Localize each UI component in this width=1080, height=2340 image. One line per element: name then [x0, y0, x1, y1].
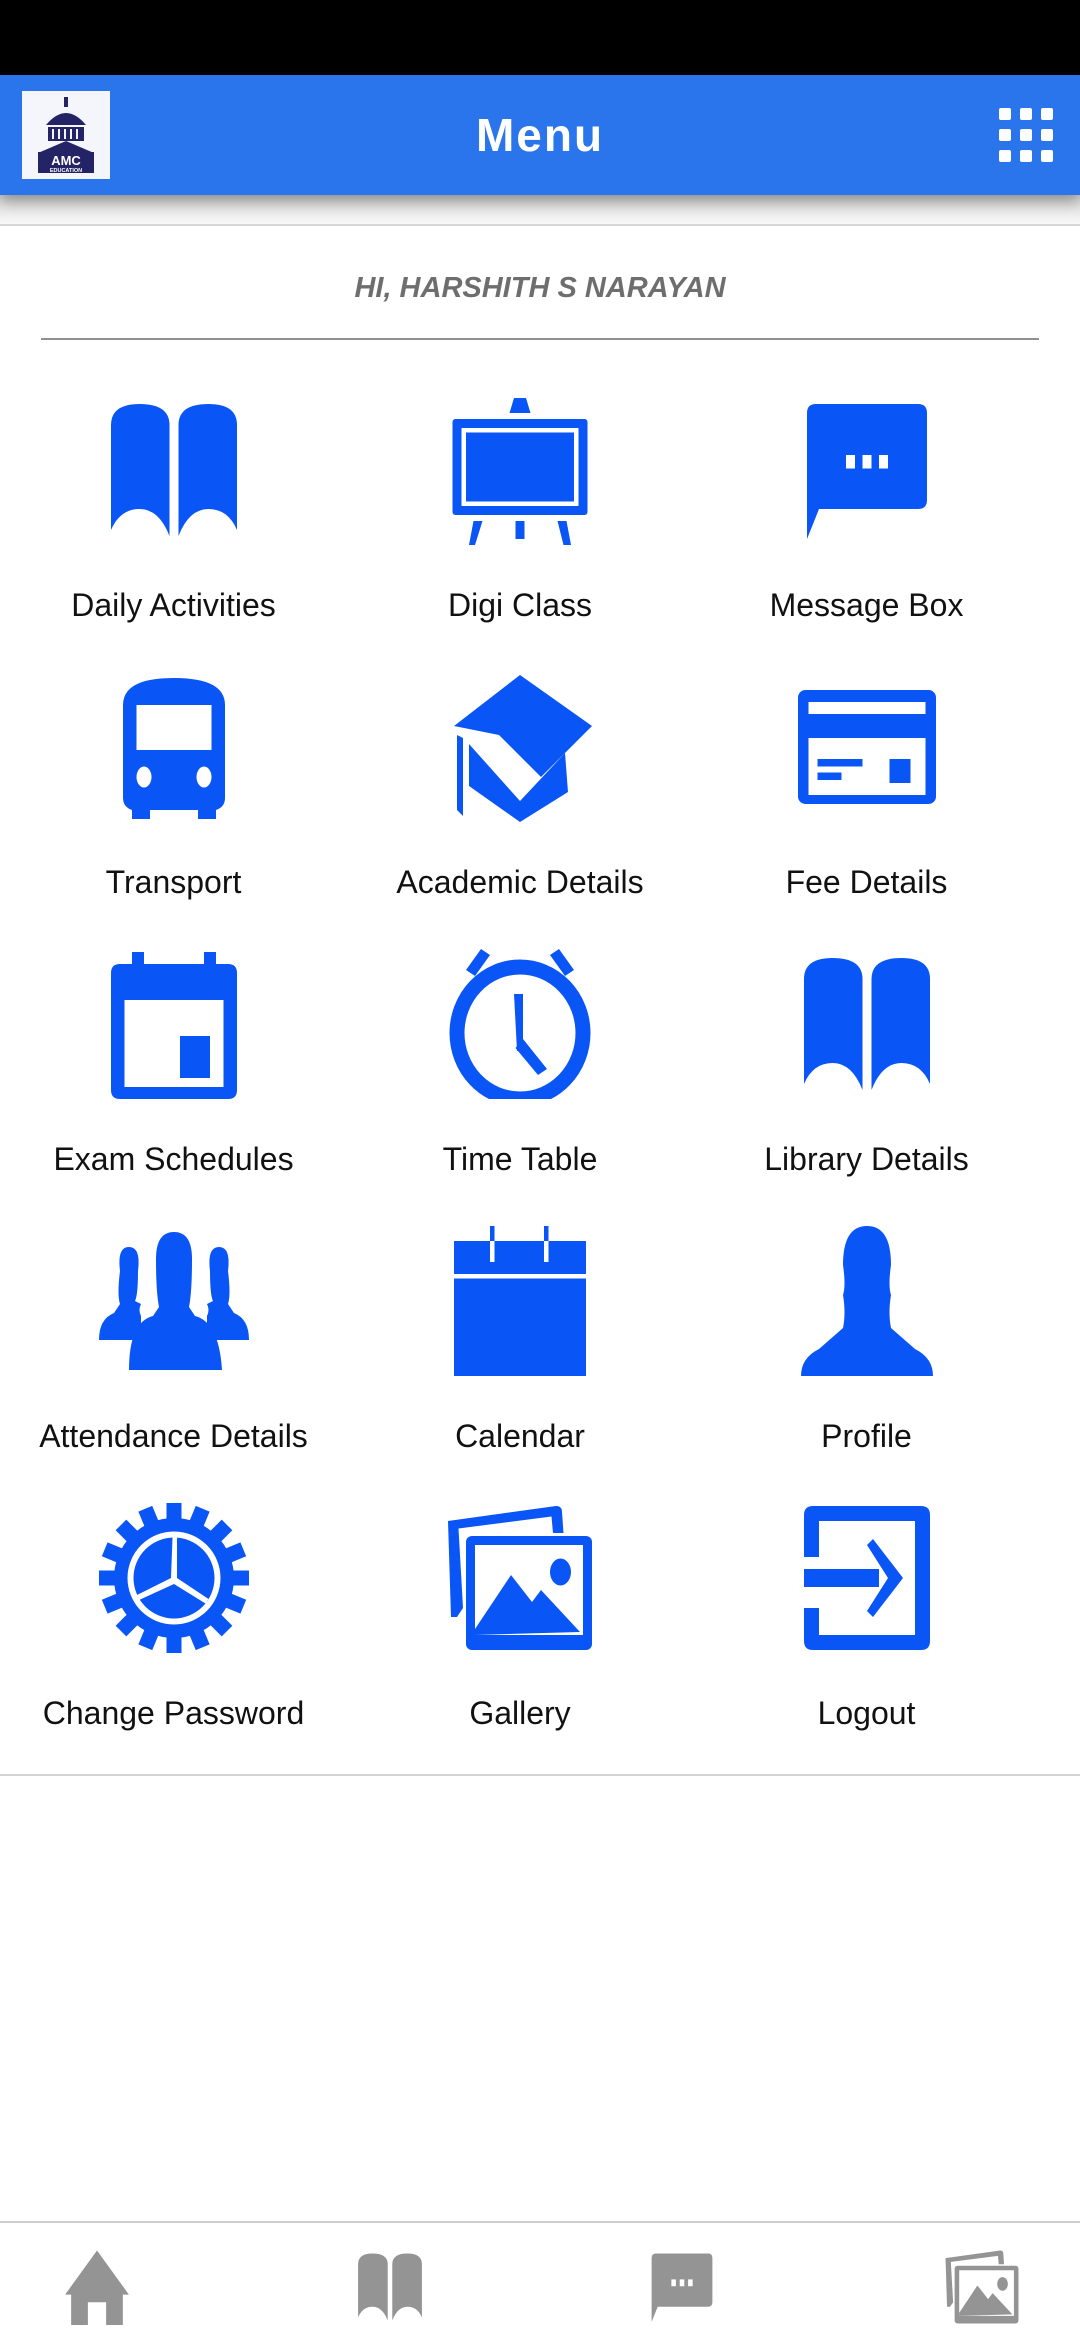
menu-item-fee-details[interactable]: Fee Details — [693, 662, 1040, 939]
menu-item-academic-details[interactable]: Academic Details — [347, 662, 693, 939]
nav-gallery-button[interactable] — [937, 2247, 1027, 2327]
logout-icon — [787, 1493, 947, 1663]
menu-item-gallery[interactable]: Gallery — [347, 1493, 693, 1770]
menu-item-label: Time Table — [442, 1141, 598, 1177]
menu-item-library-details[interactable]: Library Details — [693, 939, 1040, 1216]
menu-item-label: Digi Class — [447, 587, 593, 623]
menu-item-label: Fee Details — [785, 864, 948, 900]
chat-bubble-icon — [787, 385, 947, 555]
menu-item-time-table[interactable]: Time Table — [347, 939, 693, 1216]
menu-item-label: Message Box — [769, 587, 964, 623]
home-icon — [59, 2249, 135, 2325]
book-open-icon — [352, 2249, 428, 2325]
apps-grid-dot — [1020, 150, 1032, 162]
calendar-icon — [440, 1216, 600, 1386]
menu-item-label: Exam Schedules — [53, 1141, 294, 1177]
menu-item-label: Library Details — [764, 1141, 969, 1177]
nav-messages-button[interactable] — [637, 2247, 727, 2327]
menu-item-change-password[interactable]: Change Password — [0, 1493, 347, 1770]
apps-grid-dot — [1041, 129, 1053, 141]
menu-item-calendar[interactable]: Calendar — [347, 1216, 693, 1493]
calendar-event-icon — [94, 939, 254, 1109]
status-bar — [0, 0, 1080, 75]
menu-item-attendance-details[interactable]: Attendance Details — [0, 1216, 347, 1493]
nav-home-button[interactable] — [52, 2247, 142, 2327]
chat-bubble-icon — [644, 2249, 720, 2325]
menu-item-label: Change Password — [42, 1695, 305, 1731]
user-greeting: HI, HARSHITH S NARAYAN — [354, 272, 726, 304]
person-icon — [787, 1216, 947, 1386]
menu-item-label: Gallery — [469, 1695, 571, 1731]
app-bar: AMC EDUCATION Menu — [0, 75, 1080, 195]
apps-grid-dot — [1041, 108, 1053, 120]
apps-grid-dot — [1020, 108, 1032, 120]
divider — [0, 224, 1080, 226]
menu-item-daily-activities[interactable]: Daily Activities — [0, 385, 347, 662]
graduation-cap-icon — [440, 662, 600, 832]
menu-item-label: Transport — [105, 864, 242, 900]
photos-icon — [944, 2249, 1020, 2325]
app-bar-shadow — [0, 195, 1080, 225]
menu-item-message-box[interactable]: Message Box — [693, 385, 1040, 662]
menu-item-label: Daily Activities — [71, 587, 276, 623]
apps-grid-dot — [1041, 150, 1053, 162]
menu-item-label: Profile — [821, 1418, 912, 1454]
menu-item-label: Calendar — [455, 1418, 585, 1454]
menu-item-logout[interactable]: Logout — [693, 1493, 1040, 1770]
apps-grid-dot — [999, 150, 1011, 162]
book-open-icon — [787, 939, 947, 1109]
group-icon — [94, 1216, 254, 1386]
greeting-divider — [41, 338, 1039, 340]
gear-icon — [94, 1493, 254, 1663]
page-title: Menu — [475, 109, 605, 161]
apps-grid-dot — [1020, 129, 1032, 141]
menu-item-transport[interactable]: Transport — [0, 662, 347, 939]
apps-grid-button[interactable] — [996, 105, 1056, 165]
menu-item-label: Logout — [817, 1695, 916, 1731]
menu-item-exam-schedules[interactable]: Exam Schedules — [0, 939, 347, 1216]
bus-icon — [94, 662, 254, 832]
nav-daily-activities-button[interactable] — [345, 2247, 435, 2327]
alarm-clock-icon — [440, 939, 600, 1109]
credit-card-icon — [787, 662, 947, 832]
easel-board-icon — [440, 385, 600, 555]
apps-grid-dot — [999, 129, 1011, 141]
apps-grid-icon — [999, 108, 1011, 120]
bottom-navigation — [0, 2221, 1080, 2340]
menu-item-label: Academic Details — [396, 864, 644, 900]
menu-grid-divider — [0, 1774, 1080, 1776]
menu-grid: Daily Activities Digi Class Message Box … — [0, 385, 1080, 1770]
menu-item-digi-class[interactable]: Digi Class — [347, 385, 693, 662]
book-open-icon — [94, 385, 254, 555]
menu-item-profile[interactable]: Profile — [693, 1216, 1040, 1493]
photos-icon — [440, 1493, 600, 1663]
menu-item-label: Attendance Details — [39, 1418, 308, 1454]
